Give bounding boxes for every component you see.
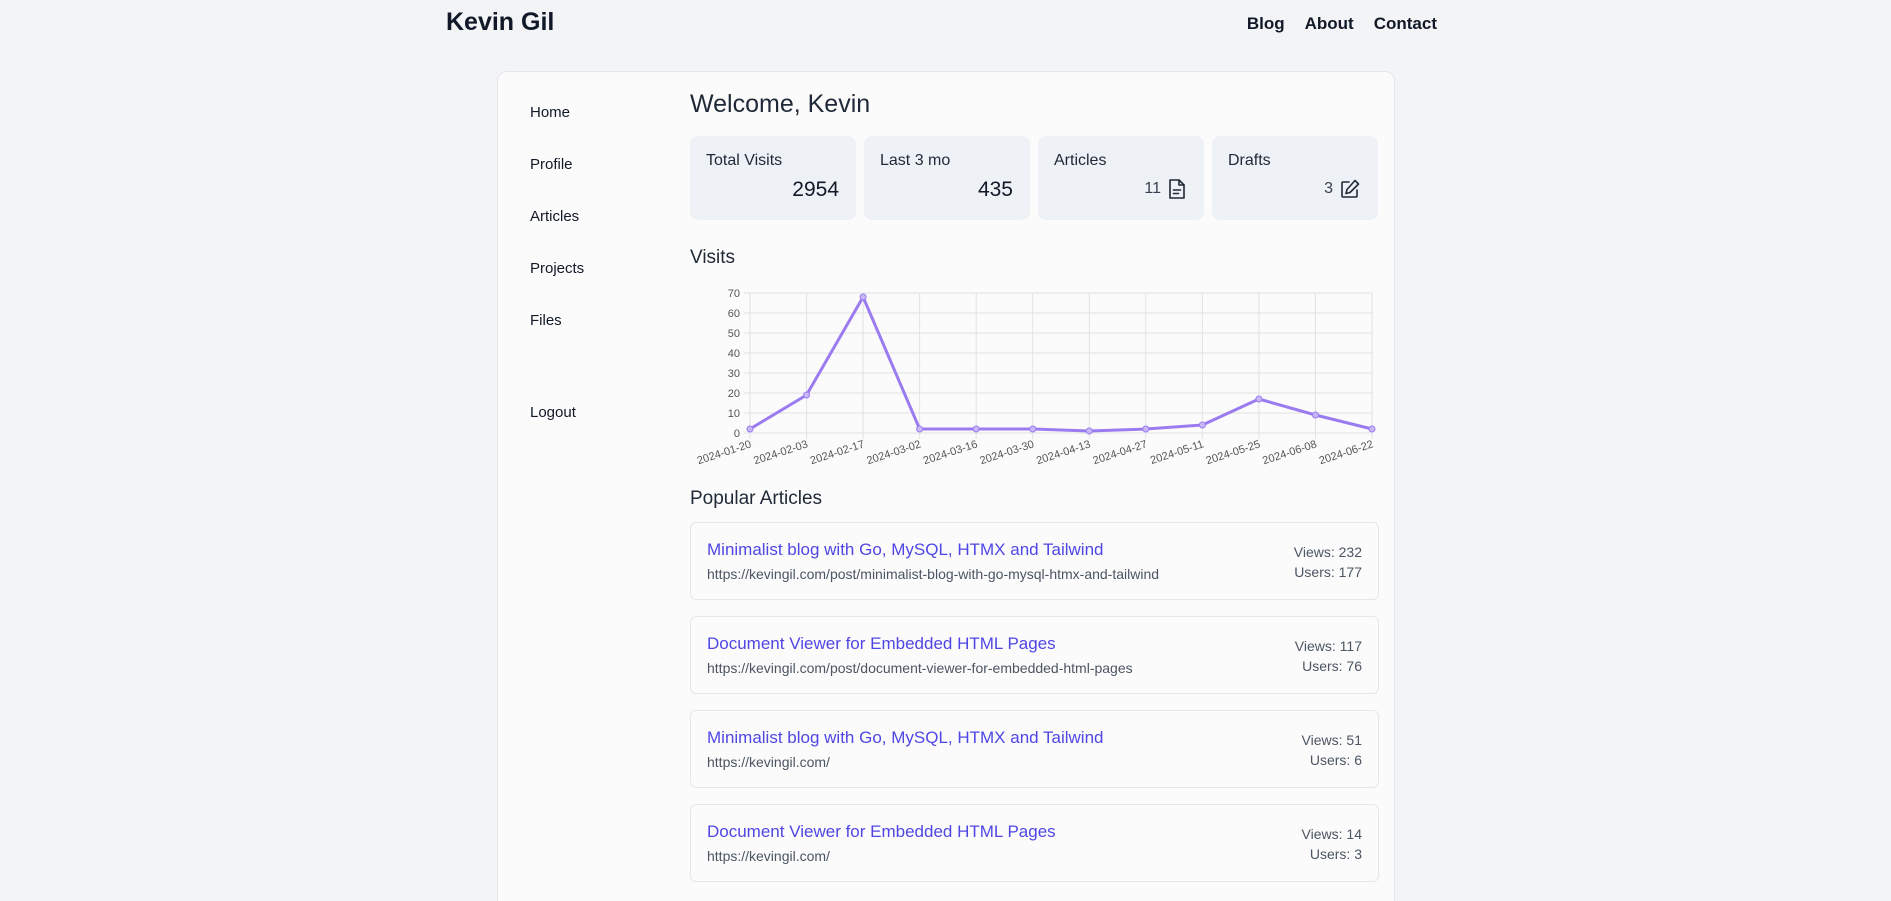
visits-data-point — [972, 425, 980, 433]
x-tick-label: 2024-03-16 — [922, 438, 979, 467]
visits-data-point — [746, 425, 754, 433]
visits-data-point — [803, 391, 811, 399]
visits-data-point — [916, 425, 924, 433]
stat-label: Total Visits — [706, 152, 783, 169]
article-views: Views: 117 — [1294, 638, 1362, 654]
visits-data-point — [1142, 425, 1150, 433]
visits-chart: 0102030405060702024-01-20 2024-02-03 2024-… — [696, 288, 1376, 467]
stat-label: Last 3 mo — [880, 152, 951, 169]
popular-articles-list: Minimalist blog with Go, MySQL, HTMX and… — [690, 522, 1379, 882]
x-tick-label: 2024-05-11 — [1149, 438, 1205, 467]
article-views: Views: 14 — [1301, 826, 1362, 842]
y-tick-label: 40 — [728, 348, 740, 360]
x-tick-label: 2024-04-27 — [1092, 438, 1149, 467]
article-card: Minimalist blog with Go, MySQL, HTMX and… — [690, 522, 1379, 600]
document-icon — [1169, 179, 1185, 199]
x-tick-label: 2024-04-13 — [1035, 438, 1092, 467]
x-tick-label: 2024-03-30 — [978, 438, 1035, 467]
brand-logo[interactable]: Kevin Gil — [446, 8, 554, 37]
x-tick-label: 2024-06-22 — [1318, 438, 1375, 467]
stat-label: Articles — [1054, 152, 1107, 169]
dashboard-card: Home Profile Articles Projects Files Log… — [497, 71, 1395, 901]
stat-drafts[interactable]: Drafts 3 — [1212, 136, 1378, 220]
stat-value: 435 — [977, 178, 1013, 201]
stat-last-3-months: Last 3 mo 435 — [864, 136, 1030, 220]
nav-about[interactable]: About — [1305, 14, 1354, 34]
article-title-link[interactable]: Minimalist blog with Go, MySQL, HTMX and… — [707, 540, 1362, 560]
y-tick-label: 50 — [728, 328, 740, 340]
article-title-link[interactable]: Minimalist blog with Go, MySQL, HTMX and… — [707, 728, 1362, 748]
article-stats: Views: 14 Users: 3 — [1302, 824, 1362, 864]
article-url: https://kevingil.com/ — [707, 848, 830, 864]
x-tick-label: 2024-03-02 — [865, 438, 922, 467]
y-tick-label: 60 — [728, 308, 740, 320]
visits-chart-container: 0 10 20 30 40 50 60 70 2024-01-20 2024-02-03 2024-… — [690, 275, 1379, 475]
popular-articles-heading: Popular Articles — [690, 488, 823, 509]
article-title-link[interactable]: Document Viewer for Embedded HTML Pages — [707, 634, 1362, 654]
main-content: Welcome, Kevin Total Visits 2954 Last 3 … — [690, 88, 1379, 898]
sidebar-item-home[interactable]: Home — [530, 104, 670, 156]
article-title-link[interactable]: Document Viewer for Embedded HTML Pages — [707, 822, 1362, 842]
article-users: Users: 76 — [1302, 658, 1362, 674]
nav-contact[interactable]: Contact — [1374, 14, 1437, 34]
main-nav: Blog About Contact — [1247, 14, 1437, 34]
article-card: Document Viewer for Embedded HTML Pages … — [690, 616, 1379, 694]
visits-data-point — [1368, 425, 1376, 433]
sidebar-item-projects[interactable]: Projects — [530, 260, 670, 312]
stat-label: Drafts — [1228, 152, 1271, 169]
nav-blog[interactable]: Blog — [1247, 14, 1285, 34]
x-tick-label: 2024-06-08 — [1261, 438, 1318, 467]
visits-series-line — [748, 295, 1374, 433]
stats-row: Total Visits 2954 Last 3 mo 435 Articles… — [690, 136, 1379, 220]
article-stats: Views: 117 Users: 76 — [1295, 636, 1362, 676]
logout-button[interactable]: Logout — [530, 404, 670, 456]
stat-total-visits: Total Visits 2954 — [690, 136, 856, 220]
article-url: https://kevingil.com/post/minimalist-blo… — [707, 566, 1160, 582]
y-tick-label: 30 — [728, 368, 740, 380]
stat-value: 11 — [1144, 180, 1161, 197]
x-tick-label: 2024-02-17 — [809, 438, 866, 467]
stat-value: 2954 — [792, 178, 839, 201]
top-navbar: Kevin Gil Blog About Contact — [0, 0, 1891, 50]
article-card: Document Viewer for Embedded HTML Pages … — [690, 804, 1379, 882]
y-tick-label: 0 — [734, 428, 740, 440]
y-tick-label: 70 — [728, 288, 740, 300]
y-tick-label: 10 — [728, 408, 740, 420]
article-views: Views: 51 — [1301, 732, 1362, 748]
visits-data-point — [859, 293, 867, 301]
article-users: Users: 6 — [1309, 752, 1362, 768]
stat-articles[interactable]: Articles 11 — [1038, 136, 1204, 220]
x-tick-label: 2024-01-20 — [696, 438, 753, 467]
article-stats: Views: 232 Users: 177 — [1294, 542, 1362, 582]
stat-value: 3 — [1324, 180, 1333, 197]
page-title: Welcome, Kevin — [690, 90, 871, 118]
article-stats: Views: 51 Users: 6 — [1302, 730, 1362, 770]
article-users: Users: 177 — [1294, 564, 1362, 580]
sidebar: Home Profile Articles Projects Files Log… — [530, 104, 670, 456]
visits-data-point — [1198, 421, 1206, 429]
x-tick-label: 2024-02-03 — [752, 438, 809, 467]
x-tick-label: 2024-05-25 — [1205, 438, 1262, 467]
article-url: https://kevingil.com/ — [707, 754, 830, 770]
visits-data-point — [1255, 395, 1263, 403]
visits-data-point — [1085, 427, 1093, 435]
article-views: Views: 232 — [1293, 544, 1362, 560]
sidebar-item-files[interactable]: Files — [530, 312, 670, 364]
article-url: https://kevingil.com/post/document-viewe… — [707, 660, 1133, 676]
visits-data-point — [1311, 411, 1319, 419]
article-card: Minimalist blog with Go, MySQL, HTMX and… — [690, 710, 1379, 788]
y-tick-label: 20 — [728, 388, 740, 400]
article-users: Users: 3 — [1309, 846, 1362, 862]
visits-data-point — [1029, 425, 1037, 433]
visits-heading: Visits — [690, 247, 736, 268]
sidebar-item-profile[interactable]: Profile — [530, 156, 670, 208]
sidebar-item-articles[interactable]: Articles — [530, 208, 670, 260]
edit-icon — [1341, 179, 1360, 198]
